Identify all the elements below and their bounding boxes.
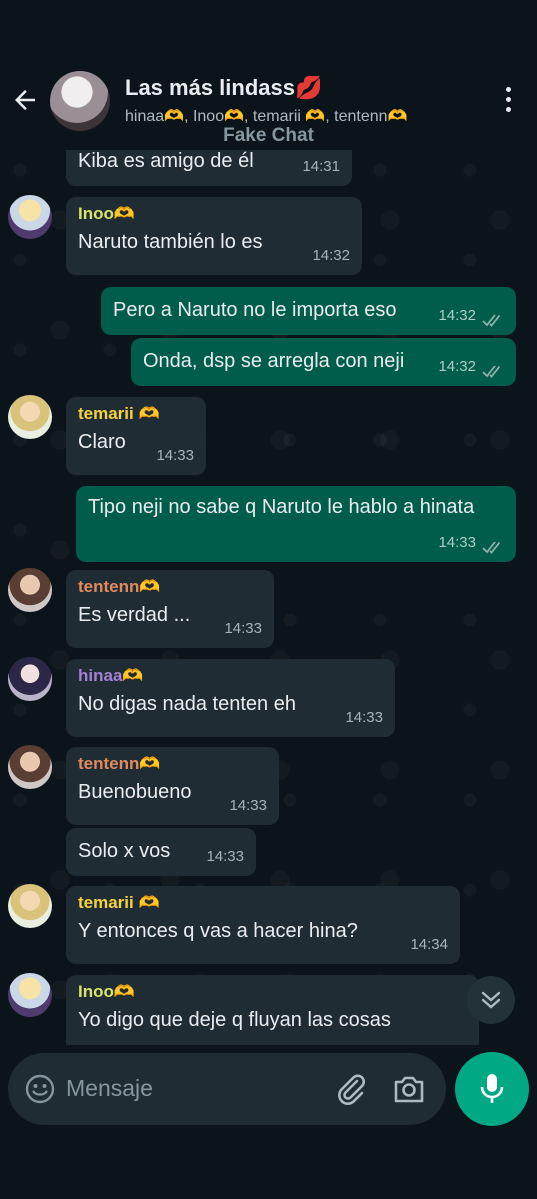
- avatar[interactable]: [8, 657, 52, 701]
- message-bubble[interactable]: hinaa🫶 No digas nada tenten eh 14:33: [66, 659, 395, 737]
- message-text: Yo digo que deje q fluyan las cosas: [78, 1009, 391, 1031]
- message-time: 14:34: [410, 936, 448, 953]
- sender-name[interactable]: tentenn🫶: [78, 576, 262, 598]
- message-time: 14:33: [438, 534, 476, 551]
- group-title[interactable]: Las más lindass💋: [125, 75, 322, 101]
- voice-record-button[interactable]: [455, 1052, 529, 1126]
- sender-name[interactable]: Inoo🫶: [78, 981, 467, 1003]
- avatar[interactable]: [8, 973, 52, 1017]
- message-time: 14:33: [206, 848, 244, 865]
- message-time: 14:33: [224, 620, 262, 637]
- microphone-icon: [480, 1074, 504, 1103]
- sender-name[interactable]: temarii 🫶: [78, 403, 194, 425]
- message-time: 14:32: [438, 358, 476, 375]
- message-bubble[interactable]: Tipo neji no sabe q Naruto le hablo a hi…: [76, 486, 516, 562]
- avatar[interactable]: [8, 395, 52, 439]
- emoji-icon[interactable]: [24, 1073, 56, 1105]
- double-check-icon: [482, 541, 501, 554]
- back-arrow-icon[interactable]: [10, 85, 40, 115]
- message-bubble[interactable]: Inoo🫶 Naruto también lo es 14:32: [66, 197, 362, 275]
- message-bubble[interactable]: tentenn🫶 Buenobueno 14:33: [66, 747, 279, 825]
- message-time: 14:33: [156, 447, 194, 464]
- avatar[interactable]: [8, 568, 52, 612]
- message-text: Solo x vos: [78, 840, 171, 862]
- message-text: Y entonces q vas a hacer hina?: [78, 920, 358, 942]
- message-time: 14:33: [229, 797, 267, 814]
- message-bubble[interactable]: temarii 🫶 Claro 14:33: [66, 397, 206, 475]
- message-text: Pero a Naruto no le importa eso: [113, 299, 397, 321]
- message-text: Kiba es amigo de él: [78, 150, 254, 172]
- watermark-text: Fake Chat: [223, 125, 314, 146]
- scroll-to-bottom-button[interactable]: [467, 976, 515, 1024]
- message-text: Tipo neji no sabe q Naruto le hablo a hi…: [88, 496, 475, 518]
- sender-name[interactable]: temarii 🫶: [78, 892, 448, 914]
- message-time: 14:31: [302, 158, 340, 175]
- sender-name[interactable]: tentenn🫶: [78, 753, 267, 775]
- message-time: 14:32: [438, 307, 476, 324]
- message-text: Es verdad ...: [78, 604, 191, 626]
- double-chevron-down-icon: [481, 991, 501, 1009]
- camera-icon[interactable]: [391, 1071, 427, 1107]
- message-bubble[interactable]: tentenn🫶 Es verdad ... 14:33: [66, 570, 274, 648]
- message-text: Onda, dsp se arregla con neji: [143, 350, 405, 372]
- message-text: No digas nada tenten eh: [78, 693, 296, 715]
- message-bubble[interactable]: Solo x vos 14:33: [66, 828, 256, 876]
- double-check-icon: [482, 365, 501, 378]
- double-check-icon: [482, 314, 501, 327]
- message-bubble[interactable]: Inoo🫶 Yo digo que deje q fluyan las cosa…: [66, 975, 479, 1045]
- group-avatar[interactable]: [50, 71, 110, 131]
- sender-name[interactable]: Inoo🫶: [78, 203, 350, 225]
- status-bar-area: [0, 0, 537, 55]
- message-bubble[interactable]: Pero a Naruto no le importa eso 14:32: [101, 287, 516, 335]
- group-members[interactable]: hinaa🫶, Inoo🫶, temarii 🫶, tentenn🫶: [125, 106, 407, 126]
- sender-name[interactable]: hinaa🫶: [78, 665, 383, 687]
- message-bubble[interactable]: Kiba es amigo de él 14:31: [66, 150, 352, 186]
- attach-clip-icon[interactable]: [333, 1071, 369, 1107]
- message-time: 14:32: [312, 247, 350, 264]
- message-bubble[interactable]: Onda, dsp se arregla con neji 14:32: [131, 338, 516, 386]
- avatar[interactable]: [8, 195, 52, 239]
- avatar[interactable]: [8, 745, 52, 789]
- message-bubble[interactable]: temarii 🫶 Y entonces q vas a hacer hina?…: [66, 886, 460, 964]
- chat-header: Las más lindass💋 hinaa🫶, Inoo🫶, temarii …: [0, 55, 537, 150]
- more-options-icon[interactable]: [504, 87, 512, 115]
- message-text: Naruto también lo es: [78, 231, 263, 253]
- message-time: 14:33: [345, 709, 383, 726]
- avatar[interactable]: [8, 884, 52, 928]
- message-list[interactable]: Kiba es amigo de él 14:31 Inoo🫶 Naruto t…: [0, 150, 537, 1045]
- message-text: Buenobueno: [78, 781, 192, 803]
- message-text: Claro: [78, 431, 126, 453]
- message-input-bar[interactable]: Mensaje: [8, 1053, 446, 1125]
- message-input[interactable]: Mensaje: [66, 1075, 153, 1102]
